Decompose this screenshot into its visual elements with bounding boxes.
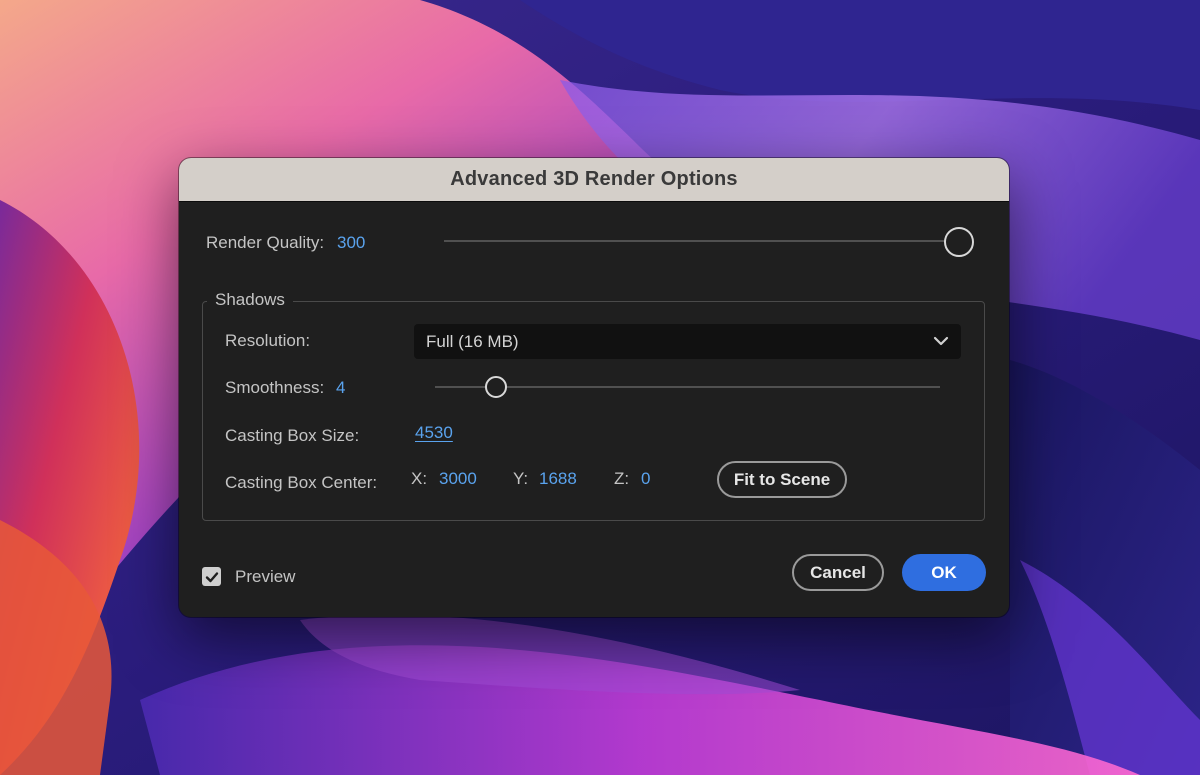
center-y-value[interactable]: 1688 <box>539 469 577 489</box>
dialog-titlebar[interactable]: Advanced 3D Render Options <box>179 158 1009 202</box>
resolution-selected-value: Full (16 MB) <box>426 331 519 351</box>
preview-label[interactable]: Preview <box>235 567 295 587</box>
ok-button[interactable]: OK <box>902 554 986 591</box>
center-y-label: Y: <box>513 469 529 488</box>
casting-box-size-value[interactable]: 4530 <box>415 423 453 443</box>
render-quality-value[interactable]: 300 <box>337 233 365 253</box>
smoothness-label: Smoothness: <box>225 378 325 397</box>
casting-box-size-label: Casting Box Size: <box>225 426 360 445</box>
chevron-down-icon <box>933 333 949 354</box>
preview-checkbox[interactable] <box>202 567 221 586</box>
smoothness-slider-thumb[interactable] <box>484 376 507 398</box>
render-quality-slider-thumb[interactable] <box>944 227 974 257</box>
center-x-label: X: <box>411 469 428 488</box>
smoothness-slider-track[interactable] <box>435 386 940 388</box>
render-options-dialog: Advanced 3D Render Options Render Qualit… <box>179 158 1009 617</box>
center-z-label: Z: <box>614 469 630 488</box>
center-x-value[interactable]: 3000 <box>439 469 477 489</box>
shadows-group-legend: Shadows <box>207 290 293 310</box>
render-quality-slider-track[interactable] <box>444 240 959 242</box>
render-quality-label: Render Quality: <box>206 233 325 252</box>
resolution-label: Resolution: <box>225 331 311 350</box>
smoothness-value[interactable]: 4 <box>336 378 345 398</box>
fit-to-scene-button[interactable]: Fit to Scene <box>717 461 847 498</box>
resolution-dropdown[interactable]: Full (16 MB) <box>414 324 961 359</box>
casting-box-center-label: Casting Box Center: <box>225 473 378 492</box>
cancel-button[interactable]: Cancel <box>792 554 884 591</box>
checkmark-icon <box>205 571 218 582</box>
center-z-value[interactable]: 0 <box>641 469 650 489</box>
dialog-title: Advanced 3D Render Options <box>450 168 738 190</box>
